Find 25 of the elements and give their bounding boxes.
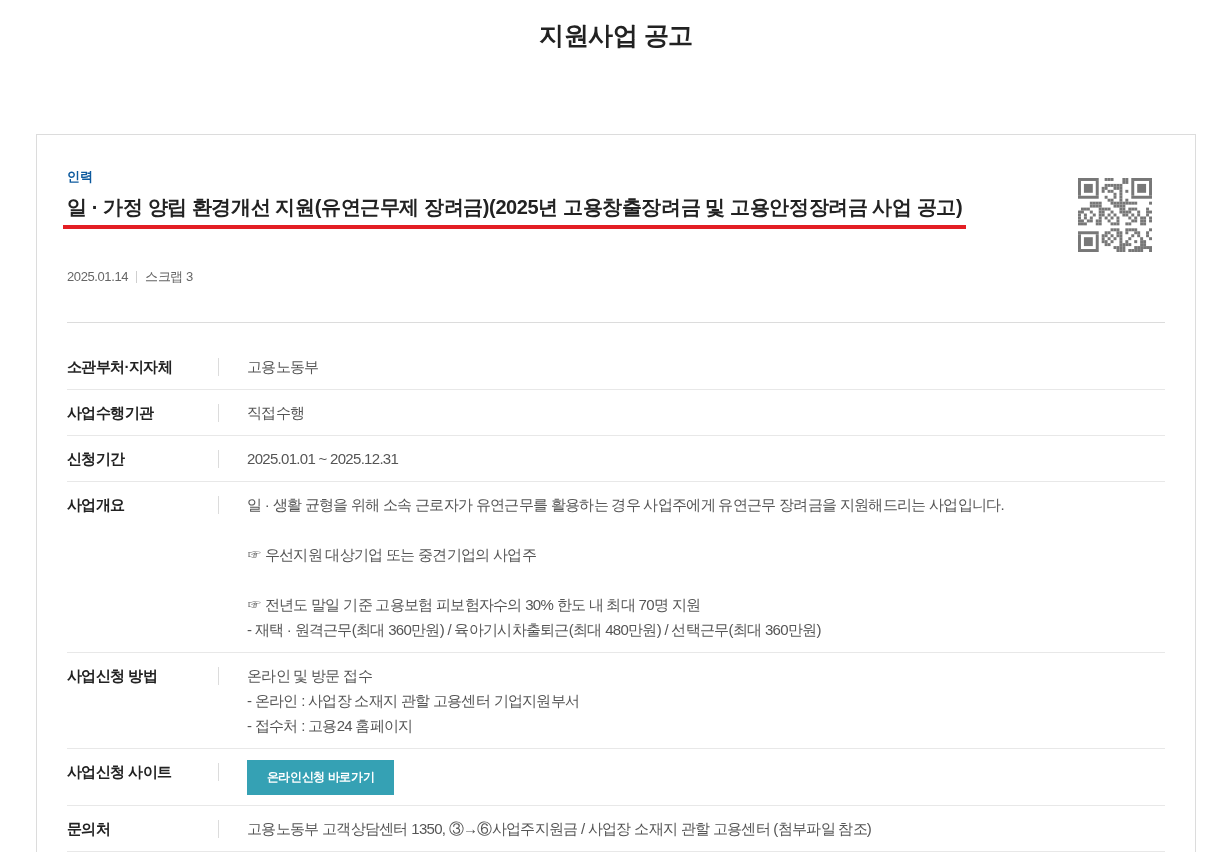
page-title: 지원사업 공고 [539, 20, 693, 51]
field-value: 일 · 생활 균형을 위해 소속 근로자가 유연근무를 활용하는 경우 사업주에게 유연근무 장려금을 지원해드리는 사업입니다. [247, 496, 1004, 513]
field-label: 문의처 [67, 820, 111, 837]
field-label: 신청기간 [67, 450, 125, 467]
field-value: 직접수행 [247, 404, 305, 421]
post-date: 2025.01.14 [67, 268, 129, 286]
field-value: - 재택 · 원격근무(최대 360만원) / 육아기시차출퇴근(최대 480만원) / 선택근무(최대 360만원) [247, 621, 821, 638]
field-label: 사업개요 [67, 496, 125, 513]
field-value: 고용노동부 [247, 358, 319, 375]
notice-title: 일 · 가정 양립 환경개선 지원(유연근무제 장려금)(2025년 고용창출장려금 및 고용안정장려금 사업 공고) [67, 195, 963, 220]
field-value: - 온라인 : 사업장 소재지 관할 고용센터 기업지원부서 [247, 692, 580, 709]
field-value: 고용노동부 고객상담센터 1350, ③→⑥사업주지원금 / 사업장 소재지 관할 고용센터 (첨부파일 참조) [247, 820, 872, 837]
field-value: 2025.01.01 ~ 2025.12.31 [247, 450, 399, 467]
field-value: 온라인 및 방문 접수 [247, 667, 372, 684]
field-value: ☞ 우선지원 대상기업 또는 중견기업의 사업주 [247, 546, 537, 563]
field-label: 사업신청 사이트 [67, 763, 172, 780]
field-value: ☞ 전년도 말일 기준 고용보험 피보험자수의 30% 한도 내 최대 70명 지원 [247, 596, 701, 613]
field-label: 사업수행기관 [67, 404, 154, 421]
category-label: 인력 [67, 168, 93, 186]
qr-code-icon [1078, 178, 1152, 252]
field-label: 소관부처·지자체 [67, 358, 173, 375]
field-label: 사업신청 방법 [67, 667, 157, 684]
scrap-count: 스크랩 3 [145, 268, 193, 286]
field-value: - 접수처 : 고용24 홈페이지 [247, 717, 413, 734]
online-apply-button[interactable]: 온라인신청 바로가기 [247, 760, 394, 795]
